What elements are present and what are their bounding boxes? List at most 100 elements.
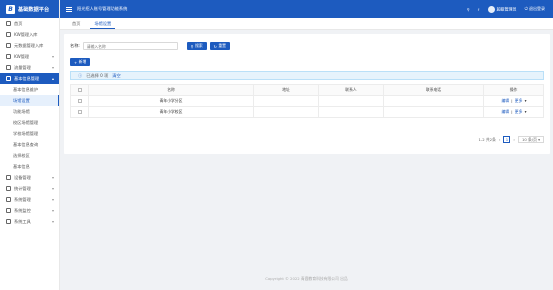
search-icon[interactable]: ⚲ [467,7,470,12]
tab-venue-settings[interactable]: 场馆设置 [90,19,116,29]
search-button[interactable]: ⚲ 搜索 [186,42,207,50]
avatar [487,5,495,13]
chevron-icon: ▾ [51,186,54,191]
search-icon: ⚲ [190,43,194,49]
sidebar-item[interactable]: 首页 [0,18,59,29]
sidebar-item-label: 系统工具 [14,218,31,224]
sidebar-subitem[interactable]: 校区场馆管理 [0,117,59,128]
add-button[interactable]: + 新增 [70,58,91,66]
column-header[interactable]: 联系人 [318,84,384,96]
reset-button[interactable]: ↻ 重置 [209,42,230,50]
sidebar-item[interactable]: 流量管理 ▾ [0,62,59,73]
tab-bar: 首页 场馆设置 [60,18,553,30]
search-row: 名称: ⚲搜索 ↻重置 [70,42,230,50]
sidebar-item-label: 首页 [14,20,23,26]
cell-contact [318,95,384,107]
content-card: 名称: ⚲搜索 ↻重置 +新增 ⓘ 已选择 0 项 清空 名称 地址 联系人 联… [64,34,550,154]
sidebar-item[interactable]: 设备管理 ▾ [0,172,59,183]
edit-link[interactable]: 编辑 [501,109,509,114]
sidebar-item-label: 元数据管理入库 [14,42,44,48]
search-button-label: 搜索 [195,43,203,48]
select-all-checkbox[interactable] [70,84,89,96]
logout-button[interactable]: ⏻ 退出登录 [525,6,545,12]
sidebar-item[interactable]: KW管理入库 [0,29,59,40]
sidebar-item[interactable]: 元数据管理入库 [0,40,59,51]
search-label: 名称: [70,43,80,48]
column-header[interactable]: 联系电话 [383,84,484,96]
chevron-icon: ▾ [51,65,54,70]
prev-page-button[interactable]: ‹ [499,137,501,142]
chevron-icon: ▾ [51,175,54,180]
row-checkbox[interactable] [70,106,89,118]
grid-icon [6,65,11,70]
sidebar-item-label: KW管理 [14,53,30,59]
search-input[interactable] [82,42,178,50]
sidebar-item-label: 系统管理 [14,196,31,202]
app-logo: B 基础数据平台 [0,0,59,18]
column-header[interactable]: 名称 [88,84,254,96]
edit-link[interactable]: 编辑 [501,98,509,103]
menu-toggle-icon[interactable] [66,6,72,12]
page-button[interactable]: 1 [503,136,511,143]
eye-icon [6,208,11,213]
file-icon [6,54,11,59]
chevron-icon: ▾ [51,219,54,224]
clear-selection-link[interactable]: 清空 [112,73,120,79]
monitor-icon [6,43,11,48]
page-size-value: 10 条/页 [521,136,537,142]
tab-home[interactable]: 首页 [68,19,84,29]
cell-address [253,95,319,107]
table-row: 青年小学分区 编辑 | 更多 ▾ [70,95,544,107]
sidebar-subitem[interactable]: 功能场馆 [0,106,59,117]
sidebar: B 基础数据平台 首页 KW管理入库 元数据管理入库 KW管理 ▾ 流量管理 ▾ 基本信息管理… [0,0,60,290]
page-size-select[interactable]: 10 条/页 ▾ [517,136,544,143]
sidebar-item[interactable]: KW管理 ▾ [0,51,59,62]
top-header: 阳光招人账号管理功能系统 ⚲ ♯ 超级管理员 ⏻ 退出登录 [60,0,553,18]
sidebar-item-label: KW管理入库 [14,31,38,37]
sidebar-item[interactable]: 统计管理 ▾ [0,183,59,194]
sidebar-subitem[interactable]: 学校场馆管理 [0,128,59,139]
info-icon: ⓘ [78,72,83,78]
chevron-icon: ▾ [51,208,54,213]
sidebar-subitem[interactable]: 基本信息维护 [0,84,59,95]
sidebar-item[interactable]: 基本信息管理 ▴ [0,73,59,84]
sidebar-item-label: 设备管理 [14,174,31,180]
chevron-icon: ▾ [51,54,54,59]
chart-icon [6,186,11,191]
sidebar-item[interactable]: 系统监控 ▾ [0,205,59,216]
row-checkbox[interactable] [70,95,89,107]
cell-contact [318,106,384,118]
chevron-down-icon: ▾ [524,98,527,103]
selection-alert: ⓘ 已选择 0 项 清空 [70,71,544,80]
column-header[interactable]: 地址 [253,84,319,96]
cell-phone [383,106,484,118]
sidebar-item-label: 流量管理 [14,64,31,70]
monitor-icon [6,32,11,37]
sidebar-subitem[interactable]: 基本信息查询 [0,139,59,150]
plus-icon: + [74,59,78,65]
cell-actions: 编辑 | 更多 ▾ [483,106,544,118]
sidebar-item-label: 基本信息管理 [14,75,40,81]
reset-button-label: 重置 [218,43,226,48]
sidebar-subitem[interactable]: 场馆设置 [0,95,59,106]
table-header: 名称 地址 联系人 联系电话 操作 [70,84,544,96]
sidebar-subitem[interactable]: 选择校区 [0,150,59,161]
table-row: 青年小学校区 编辑 | 更多 ▾ [70,106,544,118]
sidebar-item-label: 统计管理 [14,185,31,191]
sidebar-item-label: 系统监控 [14,207,31,213]
sidebar-subitem[interactable]: 基本信息 [0,161,59,172]
refresh-icon: ↻ [213,43,217,49]
next-page-button[interactable]: › [513,137,515,142]
sidebar-item[interactable]: 系统工具 ▾ [0,216,59,227]
more-link[interactable]: 更多 [515,109,523,114]
box-icon [6,76,11,81]
user-menu[interactable]: 超级管理员 [487,5,517,13]
bell-icon[interactable]: ♯ [478,7,480,12]
chevron-icon: ▾ [51,197,54,202]
sidebar-item[interactable]: 系统管理 ▾ [0,194,59,205]
gear-icon [6,197,11,202]
chevron-icon: ▴ [51,76,54,81]
chevron-down-icon: ▾ [538,137,540,142]
header-title: 阳光招人账号管理功能系统 [77,6,128,11]
more-link[interactable]: 更多 [515,98,523,103]
